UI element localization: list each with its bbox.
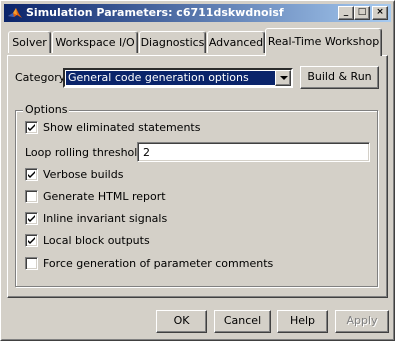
maximize-button[interactable]: □ bbox=[354, 6, 370, 20]
show-eliminated-checkbox[interactable] bbox=[25, 121, 38, 134]
title-bar[interactable]: Simulation Parameters: c6711dskwdnoisf _… bbox=[4, 4, 391, 22]
tab-diagnostics[interactable]: Diagnostics bbox=[139, 31, 206, 53]
local-block-label: Local block outputs bbox=[43, 234, 150, 247]
category-selected: General code generation options bbox=[65, 70, 279, 86]
options-group-title: Options bbox=[23, 103, 70, 116]
apply-label: Apply bbox=[346, 314, 378, 327]
loop-rolling-label: Loop rolling threshold: bbox=[25, 146, 149, 159]
cancel-label: Cancel bbox=[223, 314, 262, 327]
close-icon: × bbox=[376, 7, 384, 17]
close-button[interactable]: × bbox=[372, 6, 388, 20]
chevron-down-icon[interactable] bbox=[275, 70, 291, 86]
tab-label: Solver bbox=[12, 36, 47, 49]
tab-advanced[interactable]: Advanced bbox=[207, 31, 265, 53]
tab-workspace-io[interactable]: Workspace I/O bbox=[52, 31, 138, 53]
force-param-comments-checkbox[interactable] bbox=[25, 257, 38, 270]
ok-button[interactable]: OK bbox=[156, 310, 207, 333]
force-param-comments-label: Force generation of parameter comments bbox=[43, 257, 274, 270]
checkmark-icon bbox=[28, 124, 35, 131]
apply-button[interactable]: Apply bbox=[335, 310, 389, 333]
matlab-logo-icon bbox=[7, 5, 23, 21]
help-button[interactable]: Help bbox=[277, 310, 328, 333]
html-report-label: Generate HTML report bbox=[43, 190, 166, 203]
cancel-button[interactable]: Cancel bbox=[214, 310, 271, 333]
loop-rolling-input[interactable] bbox=[137, 142, 370, 162]
inline-invariant-label: Inline invariant signals bbox=[43, 212, 168, 225]
verbose-builds-label: Verbose builds bbox=[43, 168, 124, 181]
minimize-icon: _ bbox=[343, 7, 349, 17]
tab-label: Workspace I/O bbox=[55, 36, 135, 49]
maximize-icon: □ bbox=[357, 7, 367, 17]
category-label: Category: bbox=[15, 71, 69, 84]
tab-solver[interactable]: Solver bbox=[8, 31, 51, 53]
tab-label: Real-Time Workshop bbox=[267, 35, 380, 48]
tab-real-time-workshop[interactable]: Real-Time Workshop bbox=[265, 28, 382, 56]
checkmark-icon bbox=[28, 171, 35, 178]
window-title: Simulation Parameters: c6711dskwdnoisf bbox=[26, 6, 284, 19]
show-eliminated-label: Show eliminated statements bbox=[43, 121, 201, 134]
help-label: Help bbox=[289, 314, 316, 327]
dialog-window: Simulation Parameters: c6711dskwdnoisf _… bbox=[0, 0, 395, 341]
local-block-checkbox[interactable] bbox=[25, 234, 38, 247]
ok-label: OK bbox=[173, 314, 190, 327]
build-run-label: Build & Run bbox=[307, 70, 372, 83]
checkmark-icon bbox=[28, 237, 35, 244]
verbose-builds-checkbox[interactable] bbox=[25, 168, 38, 181]
html-report-checkbox[interactable] bbox=[25, 190, 38, 203]
checkmark-icon bbox=[28, 215, 35, 222]
category-dropdown[interactable]: General code generation options bbox=[63, 68, 293, 88]
tab-label: Diagnostics bbox=[140, 36, 205, 49]
minimize-button[interactable]: _ bbox=[338, 6, 354, 20]
tab-label: Advanced bbox=[208, 36, 264, 49]
inline-invariant-checkbox[interactable] bbox=[25, 212, 38, 225]
build-run-button[interactable]: Build & Run bbox=[300, 66, 379, 89]
